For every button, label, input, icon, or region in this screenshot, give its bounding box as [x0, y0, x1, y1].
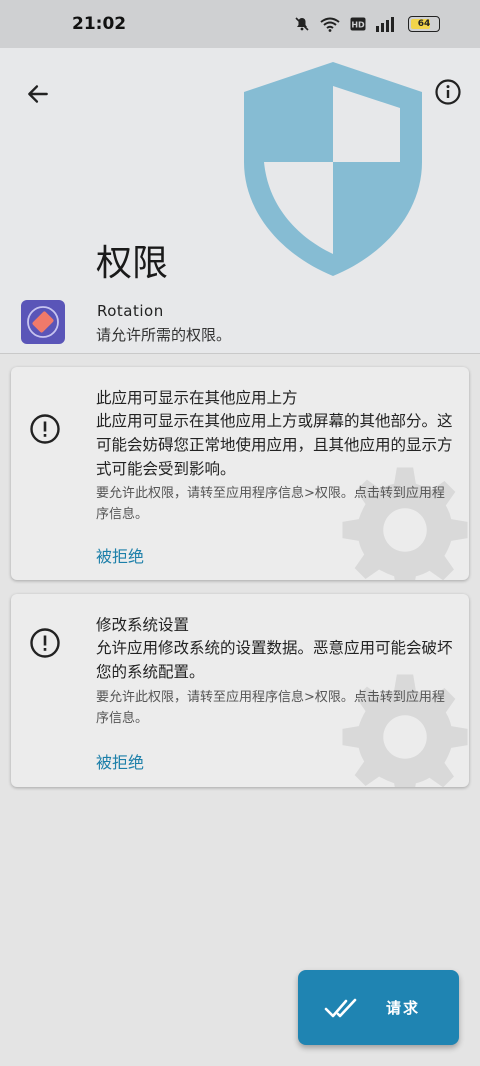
permission-hint: 要允许此权限，请转至应用程序信息>权限。点击转到应用程序信息。: [96, 486, 445, 522]
signal-icon: [376, 17, 394, 32]
permission-card-write-settings[interactable]: 修改系统设置 允许应用修改系统的设置数据。恶意应用可能会破坏您的系统配置。 要允…: [11, 594, 469, 787]
permission-description: 允许应用修改系统的设置数据。恶意应用可能会破坏您的系统配置。: [96, 639, 453, 681]
hd-icon: HD: [350, 17, 366, 31]
alert-circle-icon: [30, 628, 60, 658]
permission-status: 被拒绝: [96, 547, 145, 566]
rotation-app-icon: [27, 306, 59, 338]
app-icon: [21, 300, 65, 344]
svg-text:HD: HD: [351, 21, 365, 30]
done-all-icon: [324, 998, 357, 1017]
alert-circle-icon: [30, 414, 60, 444]
request-button[interactable]: 请求: [298, 970, 459, 1045]
shield-icon: [244, 62, 422, 276]
info-icon: [435, 79, 461, 105]
permissions-header: 权限 Rotation 请允许所需的权限。: [0, 48, 480, 354]
permission-status: 被拒绝: [96, 753, 145, 772]
page-title: 权限: [96, 243, 169, 284]
status-icons: HD 64: [294, 16, 440, 32]
permission-hint: 要允许此权限，请转至应用程序信息>权限。点击转到应用程序信息。: [96, 690, 445, 726]
app-name: Rotation: [97, 302, 164, 320]
battery-level: 64: [417, 19, 431, 29]
mute-icon: [295, 17, 309, 31]
request-button-label: 请求: [386, 999, 421, 1017]
status-bar: 21:02 HD 64: [0, 0, 480, 48]
status-time: 21:02: [72, 14, 127, 34]
back-button[interactable]: [20, 76, 56, 112]
app-subtitle: 请允许所需的权限。: [96, 326, 232, 344]
arrow-back-icon: [28, 85, 48, 103]
permission-description: 此应用可显示在其他应用上方或屏幕的其他部分。这可能会妨碍您正常地使用应用，且其他…: [96, 412, 453, 478]
wifi-icon: [320, 17, 340, 32]
battery-icon: 64: [408, 16, 440, 32]
permission-title: 此应用可显示在其他应用上方: [96, 389, 298, 407]
permission-card-overlay[interactable]: 此应用可显示在其他应用上方 此应用可显示在其他应用上方或屏幕的其他部分。这可能会…: [11, 367, 469, 580]
info-button[interactable]: [430, 74, 466, 110]
permission-title: 修改系统设置: [96, 616, 190, 634]
